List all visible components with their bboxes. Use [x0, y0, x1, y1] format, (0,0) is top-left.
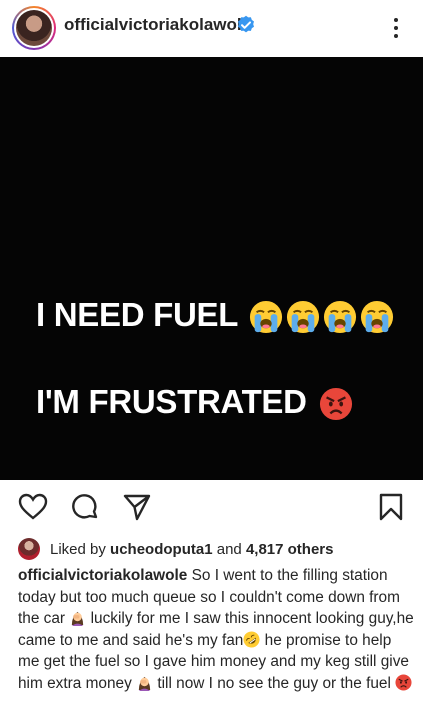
- action-bar: [0, 486, 423, 530]
- caption-username[interactable]: officialvictoriakolawole: [18, 567, 187, 584]
- likes-count[interactable]: 4,817 others: [246, 541, 334, 558]
- post-text-line1: I NEED FUEL: [36, 296, 394, 334]
- woman-facepalming-icon: [136, 674, 153, 691]
- bookmark-icon[interactable]: [376, 492, 406, 522]
- post-username[interactable]: officialvictoriakolawole: [64, 15, 251, 35]
- loudly-crying-face-icon: [249, 300, 283, 334]
- woman-facepalming-icon: [69, 609, 86, 626]
- post-text-line2: I'M FRUSTRATED: [36, 383, 353, 421]
- loudly-crying-face-icon: [360, 300, 394, 334]
- post-header: officialvictoriakolawole: [0, 0, 423, 56]
- angry-face-icon: [395, 674, 412, 691]
- liker-username[interactable]: ucheodoputa1: [110, 541, 213, 558]
- send-icon[interactable]: [122, 492, 152, 522]
- verified-badge-icon: [238, 15, 254, 33]
- post-caption: officialvictoriakolawole So I went to th…: [18, 567, 414, 692]
- liker-avatar[interactable]: [18, 538, 40, 560]
- more-options-icon[interactable]: [386, 12, 406, 44]
- comment-icon[interactable]: [70, 492, 100, 522]
- heart-outline-icon[interactable]: [18, 492, 48, 522]
- profile-avatar[interactable]: [12, 6, 56, 50]
- rolling-on-floor-laughing-icon: [243, 631, 260, 648]
- likes-summary[interactable]: Liked by ucheodoputa1 and 4,817 others: [18, 538, 333, 560]
- loudly-crying-face-icon: [286, 300, 320, 334]
- loudly-crying-face-icon: [323, 300, 357, 334]
- post-image[interactable]: I NEED FUEL I'M FRUSTRATED: [0, 57, 423, 480]
- angry-face-icon: [319, 387, 353, 421]
